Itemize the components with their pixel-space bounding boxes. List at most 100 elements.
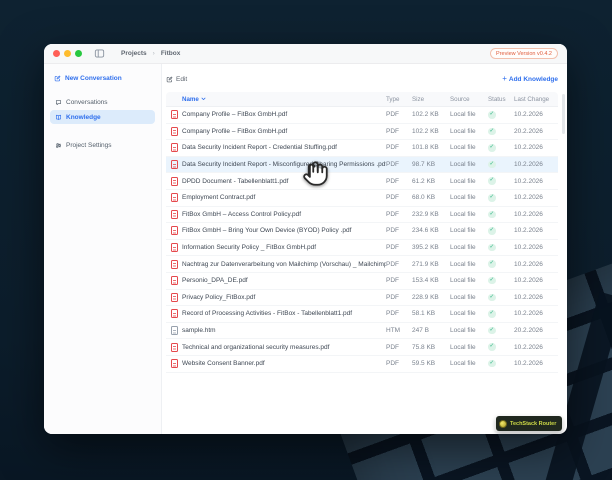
file-type: PDF	[386, 277, 399, 285]
column-header-name[interactable]: Name	[182, 96, 386, 103]
table-row[interactable]: sample.htm HTM 247 B Local file ✓ 20.2.2026	[166, 322, 558, 340]
table-row[interactable]: Information Security Policy _ FitBox Gmb…	[166, 239, 558, 257]
pdf-file-icon	[171, 160, 178, 170]
breadcrumb-projects[interactable]: Projects	[121, 50, 147, 57]
status-cell: ✓	[488, 177, 514, 185]
file-size: 153.4 KB	[412, 277, 439, 285]
table-row[interactable]: Privacy Policy_FitBox.pdf PDF 228.9 KB Loca…	[166, 289, 558, 307]
status-cell: ✓	[488, 260, 514, 268]
file-size: 247 B	[412, 327, 429, 335]
table-row[interactable]: Company Profile – FitBox GmbH.pdf PDF 102.…	[166, 107, 558, 124]
status-cell: ✓	[488, 359, 514, 368]
techstack-logo-icon	[499, 419, 507, 428]
add-knowledge-button[interactable]: + Add Knowledge	[502, 74, 558, 83]
table-row[interactable]: Personio_DPA_DE.pdf PDF 153.4 KB Local file…	[166, 272, 558, 290]
status-cell: ✓	[488, 194, 514, 202]
table-row[interactable]: FitBox GmbH – Access Control Policy.pdf P…	[166, 206, 558, 224]
sidebar-toggle-icon[interactable]	[94, 49, 105, 58]
table-row[interactable]: Data Security Incident Report - Credenti…	[166, 140, 558, 157]
last-change: 10.2.2026	[514, 293, 543, 301]
breadcrumb-project-name[interactable]: Fitbox	[161, 50, 181, 57]
main-content: Edit + Add Knowledge Name Type Size Sour…	[162, 64, 567, 434]
file-type: PDF	[386, 293, 399, 301]
window-controls	[53, 50, 82, 57]
file-name: Company Profile – FitBox GmbH.pdf	[182, 127, 288, 135]
file-size: 58.1 KB	[412, 310, 436, 318]
column-header-source[interactable]: Source	[450, 96, 488, 103]
table-row[interactable]: Company Profile – FitBox GmbH.pdf PDF 102.…	[166, 123, 558, 141]
file-type: PDF	[386, 194, 399, 202]
sidebar-item-knowledge[interactable]: Knowledge	[50, 110, 155, 124]
book-icon	[55, 114, 62, 121]
file-type: PDF	[386, 177, 399, 185]
pdf-file-icon	[171, 143, 178, 153]
status-cell: ✓	[488, 243, 514, 252]
pdf-file-icon	[171, 259, 178, 269]
last-change: 10.2.2026	[514, 343, 543, 351]
pdf-file-icon	[171, 276, 178, 286]
last-change: 10.2.2026	[514, 277, 543, 285]
status-ok-icon: ✓	[488, 359, 496, 368]
plus-icon: +	[502, 74, 507, 83]
table-row[interactable]: Data Security Incident Report - Misconfi…	[166, 156, 558, 174]
status-ok-icon: ✓	[488, 243, 496, 252]
file-source: Local file	[450, 210, 476, 218]
pdf-file-icon	[171, 342, 178, 352]
sidebar-item-conversations[interactable]: Conversations	[50, 95, 155, 109]
table-row[interactable]: Nachtrag zur Datenverarbeitung von Mailc…	[166, 256, 558, 273]
pdf-file-icon	[171, 226, 178, 236]
pdf-file-icon	[171, 209, 178, 219]
table-row[interactable]: DPDD Document - Tabellenblatt1.pdf PDF 61.…	[166, 173, 558, 190]
sliders-icon	[55, 142, 62, 149]
column-header-status[interactable]: Status	[488, 96, 514, 103]
pdf-file-icon	[171, 176, 178, 186]
file-name: Privacy Policy_FitBox.pdf	[182, 293, 256, 301]
status-ok-icon: ✓	[488, 160, 496, 169]
status-cell: ✓	[488, 276, 514, 285]
file-size: 61.2 KB	[412, 177, 436, 185]
status-ok-icon: ✓	[488, 276, 496, 285]
table-row[interactable]: Technical and organizational security me…	[166, 339, 558, 356]
file-name: Information Security Policy _ FitBox Gmb…	[182, 244, 317, 252]
sidebar: New Conversation Conversations Knowledge P…	[44, 64, 162, 434]
pdf-file-icon	[171, 126, 178, 136]
status-ok-icon: ✓	[488, 127, 496, 136]
file-type: PDF	[386, 260, 399, 268]
zoom-button[interactable]	[75, 50, 82, 57]
table-row[interactable]: Employment Contract.pdf PDF 68.0 KB Local f…	[166, 189, 558, 207]
add-knowledge-label: Add Knowledge	[508, 75, 558, 83]
file-size: 68.0 KB	[412, 194, 436, 202]
pdf-file-icon	[171, 243, 178, 253]
status-ok-icon: ✓	[488, 177, 496, 185]
status-ok-icon: ✓	[488, 310, 496, 318]
status-ok-icon: ✓	[488, 111, 496, 119]
file-source: Local file	[450, 194, 476, 202]
file-size: 395.2 KB	[412, 244, 439, 252]
techstack-router-badge[interactable]: TechStack Router	[496, 416, 563, 431]
file-size: 101.8 KB	[412, 144, 439, 152]
scrollbar-thumb[interactable]	[562, 94, 565, 134]
file-source: Local file	[450, 277, 476, 285]
column-header-type[interactable]: Type	[386, 96, 412, 103]
file-size: 232.9 KB	[412, 210, 439, 218]
table-row[interactable]: Website Consent Banner.pdf PDF 59.5 KB Loca…	[166, 355, 558, 373]
edit-button[interactable]: Edit	[166, 76, 187, 83]
knowledge-table: Name Type Size Source Status Last Change…	[166, 92, 558, 373]
minimize-button[interactable]	[64, 50, 71, 57]
sidebar-item-label: Conversations	[66, 98, 108, 106]
status-ok-icon: ✓	[488, 194, 496, 202]
table-body: Company Profile – FitBox GmbH.pdf PDF 102.…	[166, 107, 558, 373]
table-row[interactable]: Record of Processing Activities - FitBox…	[166, 306, 558, 323]
desktop-background: Projects › Fitbox Preview Version v0.4.2…	[0, 0, 612, 480]
file-source: Local file	[450, 177, 476, 185]
column-header-last-change[interactable]: Last Change	[514, 96, 553, 103]
new-conversation-button[interactable]: New Conversation	[50, 72, 155, 85]
file-name: FitBox GmbH – Bring Your Own Device (BYO…	[182, 227, 352, 235]
techstack-label: TechStack Router	[510, 420, 557, 427]
sidebar-item-label: Project Settings	[66, 141, 112, 149]
sidebar-item-project-settings[interactable]: Project Settings	[50, 138, 155, 152]
last-change: 10.2.2026	[514, 227, 543, 235]
close-button[interactable]	[53, 50, 60, 57]
table-row[interactable]: FitBox GmbH – Bring Your Own Device (BYO…	[166, 223, 558, 240]
column-header-size[interactable]: Size	[412, 96, 450, 103]
